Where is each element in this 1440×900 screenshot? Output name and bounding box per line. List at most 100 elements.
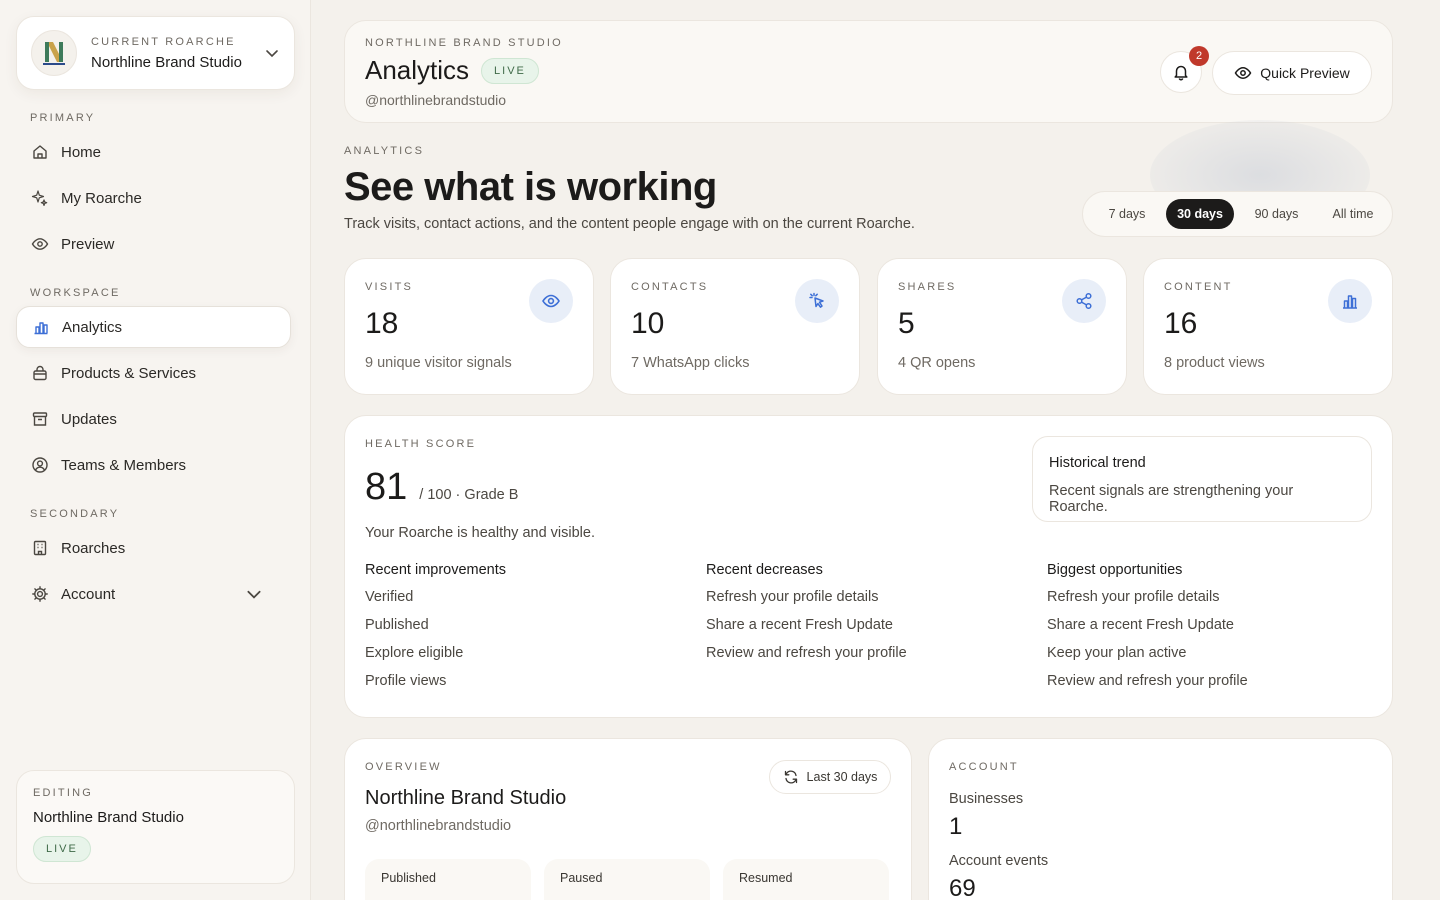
tab-90-days[interactable]: 90 days <box>1234 199 1319 229</box>
overview-card: OVERVIEW Northline Brand Studio @northli… <box>344 738 912 900</box>
page-header: NORTHLINE BRAND STUDIO Analytics LIVE @n… <box>344 20 1393 123</box>
share-icon <box>1076 292 1092 310</box>
account-events-value: 69 <box>949 875 976 900</box>
account-card: ACCOUNT Businesses 1 Account events 69 <box>928 738 1393 900</box>
trend-title: Historical trend <box>1049 455 1146 471</box>
overview-metric-resumed: Resumed <box>723 859 889 900</box>
header-eyebrow: NORTHLINE BRAND STUDIO <box>365 37 563 49</box>
stat-note: 4 QR opens <box>898 355 976 371</box>
sidebar-item-products[interactable]: Products & Services <box>16 352 291 394</box>
refresh-range-button[interactable]: Last 30 days <box>769 760 891 794</box>
column-heading: Recent improvements <box>365 562 507 578</box>
section-secondary: SECONDARY <box>30 508 120 520</box>
stat-note: 7 WhatsApp clicks <box>631 355 750 371</box>
sidebar-item-label: Home <box>61 143 102 161</box>
refresh-icon <box>784 770 797 784</box>
list-item: Verified <box>365 589 414 605</box>
notifications-button[interactable]: 2 <box>1160 46 1209 93</box>
gear-icon <box>32 586 48 602</box>
section-primary: PRIMARY <box>30 112 96 124</box>
list-item: Review and refresh your profile <box>706 645 907 661</box>
eye-icon <box>31 238 49 250</box>
sidebar-item-home[interactable]: Home <box>16 131 291 173</box>
list-item: Review and refresh your profile <box>1047 673 1248 689</box>
sidebar-item-label: Analytics <box>62 318 123 336</box>
home-icon <box>33 145 47 159</box>
metric-label: Resumed <box>739 871 793 885</box>
health-message: Your Roarche is healthy and visible. <box>365 525 595 541</box>
date-range-tabs: 7 days 30 days 90 days All time <box>1082 191 1393 237</box>
sidebar-item-analytics[interactable]: Analytics <box>16 306 291 348</box>
brand-logo <box>31 30 77 76</box>
refresh-range-label: Last 30 days <box>806 770 878 784</box>
building-icon <box>33 540 47 556</box>
chevron-down-icon <box>266 50 278 58</box>
editing-name: Northline Brand Studio <box>33 809 184 826</box>
stat-icon-wrap <box>1328 279 1372 323</box>
editing-eyebrow: EDITING <box>33 787 94 799</box>
eye-icon <box>1234 67 1252 79</box>
sidebar-item-label: Roarches <box>61 539 126 557</box>
tab-7-days[interactable]: 7 days <box>1088 199 1166 229</box>
account-events-label: Account events <box>949 853 1049 869</box>
editing-card: EDITING Northline Brand Studio LIVE <box>16 770 295 884</box>
opportunities-column: Biggest opportunities Refresh your profi… <box>1047 562 1367 700</box>
list-item: Keep your plan active <box>1047 645 1187 661</box>
archive-icon <box>32 412 48 426</box>
account-eyebrow: ACCOUNT <box>949 761 1019 773</box>
switcher-name: Northline Brand Studio <box>91 53 242 71</box>
sidebar-item-label: Preview <box>61 235 115 253</box>
section-subtitle: Track visits, contact actions, and the c… <box>344 216 915 232</box>
health-score-value: 81 <box>365 466 408 508</box>
quick-preview-button[interactable]: Quick Preview <box>1212 51 1372 95</box>
bell-icon <box>1174 65 1188 81</box>
user-circle-icon <box>32 457 48 473</box>
sidebar-item-label: Updates <box>61 410 117 428</box>
analytics-eyebrow: ANALYTICS <box>344 145 425 157</box>
sidebar-item-account[interactable]: Account <box>16 573 291 615</box>
northline-logo-icon <box>43 42 65 65</box>
metric-label: Published <box>381 871 436 885</box>
list-item: Profile views <box>365 673 447 689</box>
status-badge: LIVE <box>481 57 539 84</box>
switcher-eyebrow: CURRENT ROARCHE <box>91 35 236 48</box>
list-item: Explore eligible <box>365 645 464 661</box>
section-title: See what is working <box>344 165 717 209</box>
sidebar-item-roarches[interactable]: Roarches <box>16 527 291 569</box>
tab-30-days[interactable]: 30 days <box>1166 199 1234 229</box>
list-item: Refresh your profile details <box>706 589 879 605</box>
decreases-column: Recent decreases Refresh your profile de… <box>706 562 1026 672</box>
eye-icon <box>542 294 560 308</box>
stat-note: 9 unique visitor signals <box>365 355 512 371</box>
overview-handle: @northlinebrandstudio <box>365 818 512 834</box>
sidebar-item-my-roarche[interactable]: My Roarche <box>16 177 291 219</box>
quick-preview-label: Quick Preview <box>1260 65 1350 81</box>
sidebar-item-label: Products & Services <box>61 364 197 382</box>
sidebar-item-teams[interactable]: Teams & Members <box>16 444 291 486</box>
metric-label: Paused <box>560 871 603 885</box>
tab-all-time[interactable]: All time <box>1319 199 1387 229</box>
section-workspace: WORKSPACE <box>30 287 121 299</box>
cursor-click-icon <box>809 292 824 308</box>
roarche-switcher[interactable]: CURRENT ROARCHE Northline Brand Studio <box>16 16 295 90</box>
trend-text: Recent signals are strengthening your Ro… <box>1049 483 1294 515</box>
historical-trend-box: Historical trend Recent signals are stre… <box>1032 436 1372 522</box>
list-item: Share a recent Fresh Update <box>706 617 893 633</box>
overview-metric-published: Published <box>365 859 531 900</box>
header-handle: @northlinebrandstudio <box>365 92 507 108</box>
stat-card-shares: SHARES 5 4 QR opens <box>877 258 1127 395</box>
list-item: Published <box>365 617 429 633</box>
sidebar-item-updates[interactable]: Updates <box>16 398 291 440</box>
column-heading: Recent decreases <box>706 562 823 578</box>
sidebar-item-label: My Roarche <box>61 189 142 207</box>
stat-card-contacts: CONTACTS 10 7 WhatsApp clicks <box>610 258 860 395</box>
chevron-down-icon <box>247 590 261 599</box>
stat-note: 8 product views <box>1164 355 1265 371</box>
sidebar: CURRENT ROARCHE Northline Brand Studio P… <box>0 0 311 900</box>
bag-icon <box>33 365 47 381</box>
stat-card-content: CONTENT 16 8 product views <box>1143 258 1393 395</box>
sidebar-item-preview[interactable]: Preview <box>16 223 291 265</box>
bar-chart-icon <box>1343 295 1357 309</box>
stat-icon-wrap <box>795 279 839 323</box>
health-grade: / 100 · Grade B <box>419 487 519 503</box>
